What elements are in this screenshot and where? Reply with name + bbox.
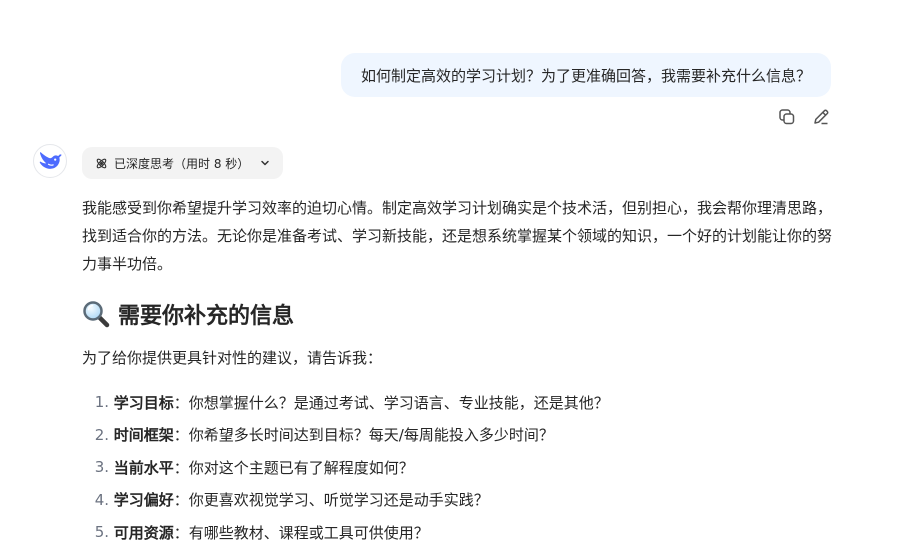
list-number: 2. <box>94 425 109 444</box>
list-number: 3. <box>94 458 109 477</box>
atom-icon <box>96 158 107 168</box>
user-message-text: 如何制定高效的学习计划？为了更准确回答，我需要补充什么信息？ <box>360 66 811 85</box>
edit-icon <box>814 109 829 125</box>
user-message-bubble: 如何制定高效的学习计划？为了更准确回答，我需要补充什么信息？ <box>340 53 831 97</box>
list-term: 学习目标 <box>113 393 174 412</box>
thinking-label: 已深度思考（用时 8 秒） <box>114 156 250 171</box>
list-text: ：你希望多长时间达到目标？每天/每周能投入多少时间？ <box>173 426 554 445</box>
list-number: 4. <box>94 490 109 509</box>
list-item: 2. 时间框架 ：你希望多长时间达到目标？每天/每周能投入多少时间？ <box>82 419 609 452</box>
list-text: ：你想掌握什么？是通过考试、学习语言、专业技能，还是其他？ <box>173 393 609 412</box>
intro-paragraph: 我能感受到你希望提升学习效率的迫切心情。制定高效学习计划确实是个技术活，但别担心… <box>82 199 833 273</box>
edit-button[interactable] <box>810 106 832 128</box>
list-term: 当前水平 <box>113 458 174 477</box>
list-item: 5. 可用资源 ：有哪些教材、课程或工具可供使用？ <box>82 516 609 549</box>
section-intro: 为了给你提供更具针对性的建议，请告诉我： <box>82 349 383 367</box>
list-term: 时间框架 <box>113 426 174 445</box>
copy-button[interactable] <box>776 106 798 128</box>
list-number: 1. <box>94 393 109 412</box>
assistant-response: 我能感受到你希望提升学习效率的迫切心情。制定高效学习计划确实是个技术活，但别担心… <box>82 194 836 542</box>
list-number: 5. <box>94 523 109 542</box>
deep-thinking-toggle[interactable]: 已深度思考（用时 8 秒） <box>82 147 284 179</box>
chevron-down-icon <box>261 160 270 166</box>
chat-page: 如何制定高效的学习计划？为了更准确回答，我需要补充什么信息？ 已深度思考（用时 … <box>0 0 898 558</box>
list-term: 学习偏好 <box>113 491 174 510</box>
list-item: 3. 当前水平 ：你对这个主题已有了解程度如何？ <box>82 451 609 484</box>
list-term: 可用资源 <box>113 523 174 542</box>
list-item: 4. 学习偏好 ：你更喜欢视觉学习、听觉学习还是动手实践？ <box>82 484 609 517</box>
section-heading: 需要你补充的信息 <box>82 298 294 330</box>
list-text: ：你对这个主题已有了解程度如何？ <box>173 458 414 477</box>
magnifier-icon <box>83 301 110 328</box>
copy-icon <box>779 109 795 125</box>
list-text: ：有哪些教材、课程或工具可供使用？ <box>173 523 429 542</box>
list-item: 1. 学习目标 ：你想掌握什么？是通过考试、学习语言、专业技能，还是其他？ <box>82 386 609 419</box>
section-title: 需要你补充的信息 <box>118 304 295 329</box>
whale-logo-icon <box>39 152 62 169</box>
list-text: ：你更喜欢视觉学习、听觉学习还是动手实践？ <box>173 491 489 510</box>
info-list: 1. 学习目标 ：你想掌握什么？是通过考试、学习语言、专业技能，还是其他？ 2. … <box>82 386 609 549</box>
user-message-actions <box>776 106 832 128</box>
assistant-avatar <box>33 144 67 178</box>
